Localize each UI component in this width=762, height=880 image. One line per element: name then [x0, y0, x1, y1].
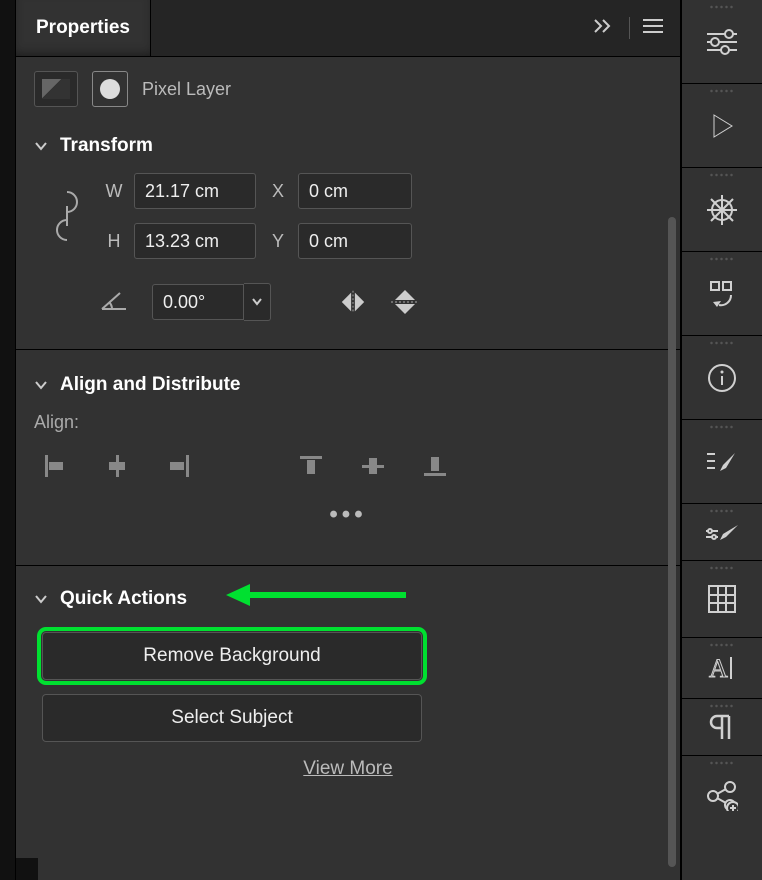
select-subject-button[interactable]: Select Subject: [42, 694, 422, 742]
left-edge: [0, 0, 16, 880]
history-dock-icon[interactable]: [682, 252, 762, 336]
w-label: W: [104, 181, 124, 202]
remove-background-button[interactable]: Remove Background: [42, 632, 422, 680]
chevron-down-icon: [34, 378, 48, 392]
transform-header[interactable]: Transform: [34, 127, 662, 165]
more-options-icon[interactable]: •••: [34, 479, 662, 537]
rotation-dropdown[interactable]: [244, 283, 271, 321]
quick-actions-title: Quick Actions: [60, 588, 187, 610]
properties-tab[interactable]: Properties: [16, 0, 151, 56]
wheel-dock-icon[interactable]: [682, 168, 762, 252]
corner-resize: [16, 858, 38, 880]
info-dock-icon[interactable]: [682, 336, 762, 420]
height-input[interactable]: [134, 223, 256, 259]
quick-actions-header[interactable]: Quick Actions: [34, 580, 662, 618]
y-label: Y: [268, 231, 288, 252]
y-input[interactable]: [298, 223, 412, 259]
chevron-down-icon: [34, 592, 48, 606]
rotation-input[interactable]: [152, 284, 244, 320]
panel-tab-bar: Properties: [16, 0, 680, 57]
flip-vertical-icon[interactable]: [391, 288, 419, 316]
layer-type-label: Pixel Layer: [142, 79, 231, 100]
x-input[interactable]: [298, 173, 412, 209]
align-left-icon[interactable]: [42, 453, 68, 479]
play-dock-icon[interactable]: [682, 84, 762, 168]
align-center-h-icon[interactable]: [104, 453, 130, 479]
properties-tab-label: Properties: [36, 17, 130, 39]
angle-icon: [100, 289, 128, 316]
grid-dock-icon[interactable]: [682, 561, 762, 638]
align-section: Align and Distribute Align:: [16, 360, 680, 555]
right-dock: A: [681, 0, 762, 880]
paragraph-dock-icon[interactable]: [682, 699, 762, 756]
properties-panel: Properties: [16, 0, 681, 880]
svg-text:A: A: [709, 654, 728, 683]
share-dock-icon[interactable]: [682, 756, 762, 836]
transform-section: Transform W: [16, 121, 680, 339]
adjustments-dock-icon[interactable]: [682, 0, 762, 84]
view-more-link[interactable]: View More: [34, 758, 662, 780]
width-input[interactable]: [134, 173, 256, 209]
align-header[interactable]: Align and Distribute: [34, 366, 662, 404]
h-label: H: [104, 231, 124, 252]
align-right-icon[interactable]: [166, 453, 192, 479]
align-center-v-icon[interactable]: [360, 453, 386, 479]
collapse-panel-icon[interactable]: [593, 18, 617, 39]
panel-menu-icon[interactable]: [642, 17, 664, 40]
character-dock-icon[interactable]: A: [682, 638, 762, 699]
brush-presets-dock-icon[interactable]: [682, 420, 762, 504]
transform-title: Transform: [60, 135, 153, 157]
align-top-icon[interactable]: [298, 453, 324, 479]
quick-actions-section: Quick Actions Remove Background Select S…: [16, 576, 680, 800]
layer-summary: Pixel Layer: [16, 57, 680, 121]
layer-thumbnail[interactable]: [34, 71, 78, 107]
chevron-down-icon: [34, 139, 48, 153]
align-bottom-icon[interactable]: [422, 453, 448, 479]
align-label: Align:: [34, 404, 662, 453]
link-dimensions-icon[interactable]: [52, 176, 82, 256]
x-label: X: [268, 181, 288, 202]
brush-settings-dock-icon[interactable]: [682, 504, 762, 561]
mask-thumbnail[interactable]: [92, 71, 128, 107]
align-title: Align and Distribute: [60, 374, 241, 396]
flip-horizontal-icon[interactable]: [339, 288, 367, 316]
